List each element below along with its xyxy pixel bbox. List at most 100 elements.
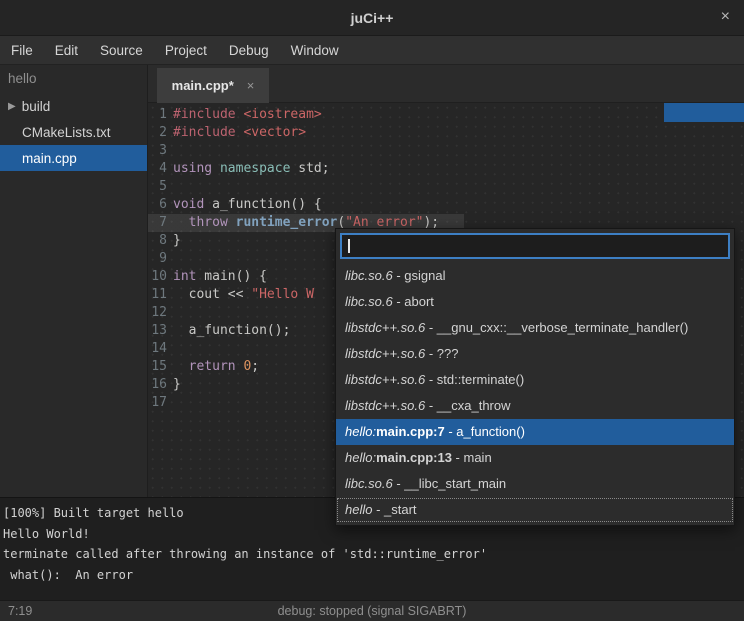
- scrollbar-indicator[interactable]: [664, 103, 744, 122]
- frame-separator: -: [452, 450, 464, 465]
- code-token: std;: [290, 161, 329, 176]
- frame-name: _start: [384, 502, 417, 517]
- code-text: return 0;: [173, 358, 259, 376]
- project-name: hello: [0, 65, 147, 93]
- code-token: main() {: [196, 269, 266, 284]
- code-token: }: [173, 233, 181, 248]
- stack-frame-item[interactable]: libc.so.6 - __libc_start_main: [336, 471, 734, 497]
- menu-item-source[interactable]: Source: [89, 36, 154, 65]
- frame-library: libstdc++.so.6: [345, 398, 425, 413]
- tree-item-cmakelists-txt[interactable]: CMakeLists.txt: [0, 119, 147, 145]
- window-close-icon[interactable]: ×: [721, 8, 730, 26]
- stack-list: libc.so.6 - gsignallibc.so.6 - abortlibs…: [336, 263, 734, 523]
- tree-item-label: CMakeLists.txt: [22, 125, 111, 140]
- stack-frame-item[interactable]: libstdc++.so.6 - ???: [336, 341, 734, 367]
- frame-separator: -: [425, 320, 437, 335]
- frame-name: __libc_start_main: [404, 476, 506, 491]
- frame-library: hello: [345, 502, 372, 517]
- title-bar: juCi++ ×: [0, 0, 744, 36]
- menu-item-file[interactable]: File: [0, 36, 44, 65]
- code-text: a_function();: [173, 322, 290, 340]
- window-title: juCi++: [351, 10, 394, 26]
- stack-frame-item[interactable]: hello - _start: [336, 497, 734, 523]
- code-text: int main() {: [173, 268, 267, 286]
- frame-library: libc.so.6: [345, 268, 393, 283]
- code-token: throw: [189, 215, 228, 230]
- line-number: 2: [148, 124, 167, 142]
- frame-library: libc.so.6: [345, 476, 393, 491]
- code-token: namespace: [220, 161, 290, 176]
- line-number: 15: [148, 358, 167, 376]
- line-number: 1: [148, 106, 167, 124]
- output-line: what(): An error: [3, 565, 744, 586]
- stack-frame-item[interactable]: libstdc++.so.6 - __cxa_throw: [336, 393, 734, 419]
- code-token: void: [173, 197, 204, 212]
- frame-separator: -: [393, 476, 405, 491]
- code-line[interactable]: 1#include <iostream>: [148, 106, 744, 124]
- frame-separator: -: [425, 346, 437, 361]
- stack-frame-item[interactable]: hello:main.cpp:7 - a_function(): [336, 419, 734, 445]
- code-token: return: [189, 359, 236, 374]
- frame-name: __gnu_cxx::__verbose_terminate_handler(): [437, 320, 689, 335]
- frame-name: ???: [437, 346, 459, 361]
- code-line[interactable]: 5: [148, 178, 744, 196]
- frame-library: hello:: [345, 424, 376, 439]
- menu-item-project[interactable]: Project: [154, 36, 218, 65]
- tree-item-label: main.cpp: [22, 151, 77, 166]
- code-token: ;: [251, 359, 259, 374]
- output-line: Hello World!: [3, 524, 744, 545]
- frame-library: libc.so.6: [345, 294, 393, 309]
- stack-frame-item[interactable]: libc.so.6 - abort: [336, 289, 734, 315]
- code-line[interactable]: 2 #include <vector>: [148, 124, 744, 142]
- frame-separator: -: [425, 372, 437, 387]
- frame-separator: -: [445, 424, 457, 439]
- line-number: 4: [148, 160, 167, 178]
- code-token: [173, 215, 189, 230]
- frame-location: main.cpp:7: [376, 424, 445, 439]
- frame-separator: -: [393, 294, 405, 309]
- tab-label: main.cpp*: [172, 78, 234, 93]
- stack-frame-item[interactable]: libc.so.6 - gsignal: [336, 263, 734, 289]
- tab-close-icon[interactable]: ×: [247, 78, 255, 93]
- line-number: 13: [148, 322, 167, 340]
- code-line[interactable]: 3: [148, 142, 744, 160]
- code-token: runtime_error: [236, 215, 338, 230]
- menu-item-debug[interactable]: Debug: [218, 36, 280, 65]
- code-line[interactable]: 4 using namespace std;: [148, 160, 744, 178]
- juci-window: juCi++ × FileEditSourceProjectDebugWindo…: [0, 0, 744, 621]
- tab-bar: main.cpp* ×: [148, 65, 744, 103]
- code-text: #include <vector>: [173, 124, 306, 142]
- line-number: 16: [148, 376, 167, 394]
- code-text: cout << "Hello W: [173, 286, 314, 304]
- code-token: using: [173, 161, 212, 176]
- stack-search-input[interactable]: [340, 233, 730, 259]
- stack-frame-item[interactable]: libstdc++.so.6 - __gnu_cxx::__verbose_te…: [336, 315, 734, 341]
- frame-separator: -: [425, 398, 437, 413]
- code-token: #include: [173, 107, 236, 122]
- stack-trace-popup: libc.so.6 - gsignallibc.so.6 - abortlibs…: [335, 228, 735, 526]
- project-sidebar: hello ▶ build CMakeLists.txt main.cpp: [0, 65, 148, 497]
- text-caret: [348, 239, 350, 253]
- project-tree: ▶ build CMakeLists.txt main.cpp: [0, 93, 147, 171]
- frame-name: __cxa_throw: [437, 398, 511, 413]
- tree-item-main-cpp[interactable]: main.cpp: [0, 145, 147, 171]
- line-number: 3: [148, 142, 167, 160]
- frame-library: libstdc++.so.6: [345, 372, 425, 387]
- code-token: <vector>: [243, 125, 306, 140]
- code-text: }: [173, 376, 181, 394]
- expander-icon[interactable]: ▶: [8, 101, 16, 112]
- tree-item-label: build: [22, 99, 51, 114]
- code-token: [173, 359, 189, 374]
- frame-name: a_function(): [456, 424, 525, 439]
- stack-frame-item[interactable]: libstdc++.so.6 - std::terminate(): [336, 367, 734, 393]
- stack-frame-item[interactable]: hello:main.cpp:13 - main: [336, 445, 734, 471]
- menu-item-edit[interactable]: Edit: [44, 36, 89, 65]
- menu-bar: FileEditSourceProjectDebugWindow: [0, 36, 744, 65]
- code-line[interactable]: 6void a_function() {: [148, 196, 744, 214]
- code-token: a_function() {: [204, 197, 321, 212]
- line-number: 8: [148, 232, 167, 250]
- line-number: 9: [148, 250, 167, 268]
- tree-item-build[interactable]: ▶ build: [0, 93, 147, 119]
- tab-main-cpp[interactable]: main.cpp* ×: [157, 68, 269, 103]
- menu-item-window[interactable]: Window: [280, 36, 350, 65]
